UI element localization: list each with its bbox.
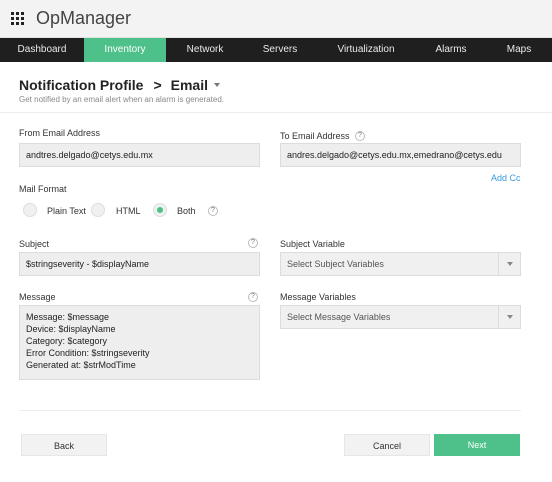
breadcrumb-separator: > <box>153 77 162 93</box>
message-textarea[interactable]: Message: $message Device: $displayName C… <box>19 305 260 380</box>
nav-virtualization[interactable]: Virtualization <box>316 38 416 62</box>
message-variables-label: Message Variables <box>280 292 356 302</box>
subject-label: Subject <box>19 239 50 249</box>
nav-servers[interactable]: Servers <box>244 38 316 62</box>
section-dropdown-label[interactable]: Email <box>171 77 208 93</box>
subject-variable-placeholder: Select Subject Variables <box>287 259 384 269</box>
to-email-label: To Email Address <box>280 131 350 141</box>
message-line: Error Condition: $stringseverity <box>26 348 150 358</box>
next-button[interactable]: Next <box>434 434 520 456</box>
divider <box>0 112 552 113</box>
nav-alarms[interactable]: Alarms <box>416 38 486 62</box>
top-bar: OpManager <box>0 0 552 38</box>
page-title-text: Notification Profile <box>19 77 144 93</box>
subject-field[interactable]: $stringseverity - $displayName <box>19 252 260 276</box>
to-email-field[interactable]: andres.delgado@cetys.edu.mx,emedrano@cet… <box>280 143 521 167</box>
mail-format-html-radio[interactable] <box>91 203 105 217</box>
cancel-button[interactable]: Cancel <box>344 434 430 456</box>
message-variables-placeholder: Select Message Variables <box>287 312 391 322</box>
nav-inventory[interactable]: Inventory <box>84 38 166 62</box>
mail-format-plain-text-radio[interactable] <box>23 203 37 217</box>
mail-format-both-radio[interactable] <box>153 203 167 217</box>
back-button[interactable]: Back <box>21 434 107 456</box>
main-nav: Dashboard Inventory Network Servers Virt… <box>0 38 552 62</box>
message-line: Category: $category <box>26 336 108 346</box>
from-email-label: From Email Address <box>19 128 101 138</box>
mail-format-label: Mail Format <box>19 184 67 194</box>
app-title: OpManager <box>36 8 132 28</box>
nav-maps[interactable]: Maps <box>486 38 552 62</box>
from-email-field[interactable]: andtres.delgado@cetys.edu.mx <box>19 143 260 167</box>
message-line: Device: $displayName <box>26 324 116 334</box>
message-label: Message <box>19 292 56 302</box>
message-line: Message: $message <box>26 312 110 322</box>
message-help-icon[interactable]: ? <box>248 292 258 302</box>
subject-variable-label: Subject Variable <box>280 239 345 249</box>
chevron-down-icon[interactable] <box>498 306 520 328</box>
subject-variable-select[interactable]: Select Subject Variables <box>280 252 521 276</box>
nav-dashboard[interactable]: Dashboard <box>0 38 84 62</box>
chevron-down-icon[interactable] <box>214 83 220 87</box>
page-title: Notification Profile > Email <box>19 77 220 93</box>
message-variables-select[interactable]: Select Message Variables <box>280 305 521 329</box>
mail-format-help-icon[interactable]: ? <box>208 206 218 216</box>
subject-help-icon[interactable]: ? <box>248 238 258 248</box>
mail-format-both-label[interactable]: Both <box>177 206 196 216</box>
mail-format-html-label[interactable]: HTML <box>116 206 141 216</box>
footer-divider <box>19 410 521 411</box>
message-line: Generated at: $strModTime <box>26 360 136 370</box>
nav-network[interactable]: Network <box>166 38 244 62</box>
chevron-down-icon[interactable] <box>498 253 520 275</box>
add-cc-link[interactable]: Add Cc <box>491 173 521 183</box>
app-grid-icon[interactable] <box>11 12 24 25</box>
mail-format-plain-text-label[interactable]: Plain Text <box>47 206 86 216</box>
page-subtitle: Get notified by an email alert when an a… <box>19 95 225 104</box>
to-email-help-icon[interactable]: ? <box>355 131 365 141</box>
